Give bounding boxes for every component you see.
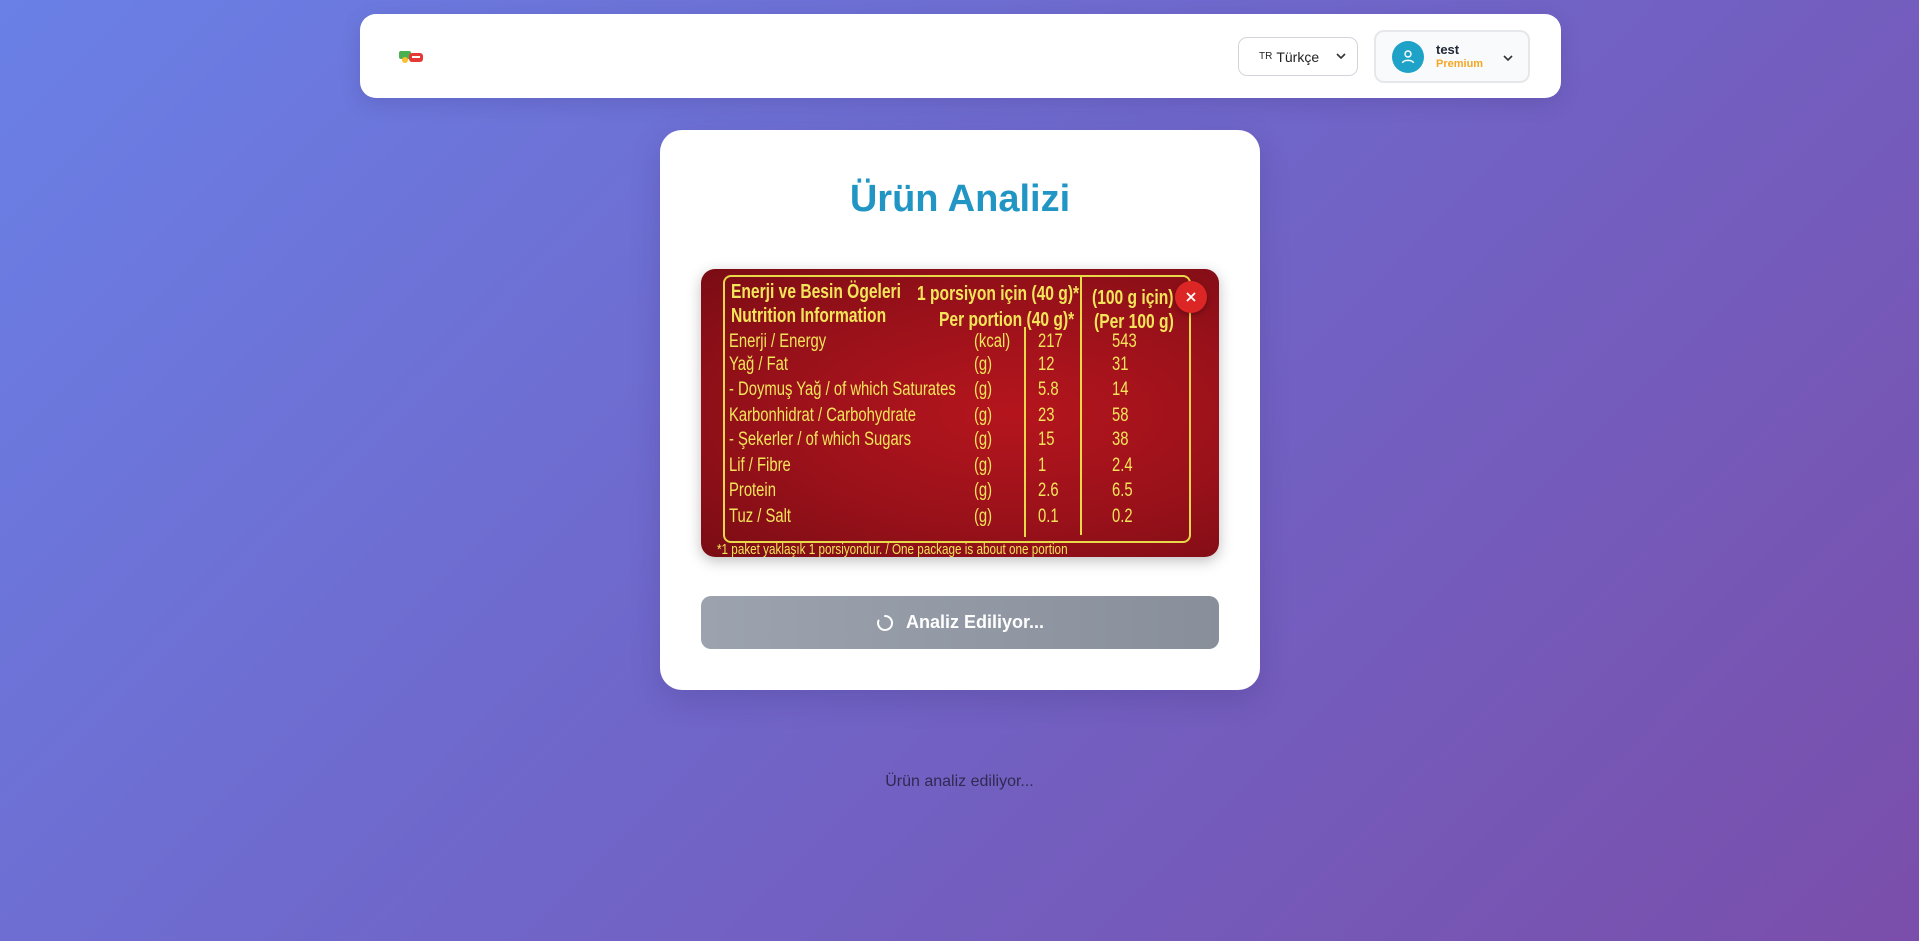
nutrient-portion-value: 1 [1038, 455, 1047, 476]
analyze-button[interactable]: Analiz Ediliyor... [701, 596, 1219, 649]
user-menu-button[interactable]: test Premium [1374, 30, 1530, 83]
nutrient-per100-value: 14 [1112, 379, 1129, 400]
status-message: Ürün analiz ediliyor... [885, 773, 1034, 790]
nutrient-unit: (g) [974, 429, 993, 450]
nutrient-portion-value: 0.1 [1038, 506, 1059, 527]
nutrient-per100-value: 38 [1112, 429, 1129, 450]
avatar [1392, 41, 1424, 73]
nutrient-name: - Doymuş Yağ / of which Saturates [729, 379, 956, 400]
nutrient-name: Lif / Fibre [729, 455, 791, 476]
language-label: Türkçe [1276, 48, 1320, 65]
label-heading-tr: Enerji ve Besin Ögeleri [731, 281, 901, 303]
nutrient-name: - Şekerler / of which Sugars [729, 429, 912, 450]
nutrient-unit: (kcal) [974, 331, 1011, 352]
label-per100-tr: (100 g için) [1092, 287, 1174, 309]
analyze-button-label: Analiz Ediliyor... [905, 612, 1045, 632]
close-icon [1186, 292, 1196, 302]
language-flag: TR [1259, 51, 1273, 62]
nutrient-per100-value: 31 [1112, 354, 1129, 375]
label-portion-en: Per portion (40 g)* [939, 309, 1075, 331]
app-logo[interactable] [397, 48, 427, 65]
nutrient-portion-value: 15 [1038, 429, 1055, 450]
nutrient-per100-value: 6.5 [1112, 480, 1133, 501]
remove-image-button[interactable] [1175, 281, 1207, 313]
spinner-icon [877, 614, 893, 631]
nutrient-name: Enerji / Energy [729, 331, 827, 352]
chevron-down-icon [1336, 53, 1346, 60]
language-select[interactable]: TR Türkçe [1238, 37, 1358, 76]
top-header: TR Türkçe test Premium [360, 14, 1561, 98]
nutrient-name: Protein [729, 480, 776, 501]
nutrient-per100-value: 0.2 [1112, 506, 1133, 527]
nutrient-per100-value: 543 [1112, 331, 1137, 352]
nutrient-per100-value: 58 [1112, 405, 1129, 426]
user-plan-badge: Premium [1436, 58, 1484, 70]
nutrient-portion-value: 12 [1038, 354, 1055, 375]
label-heading-en: Nutrition Information [731, 305, 887, 327]
nutrient-unit: (g) [974, 354, 993, 375]
nutrient-name: Yağ / Fat [729, 354, 789, 375]
nutrient-name: Tuz / Salt [729, 506, 792, 527]
nutrient-unit: (g) [974, 480, 993, 501]
nutrient-unit: (g) [974, 455, 993, 476]
nutrient-per100-value: 2.4 [1112, 455, 1133, 476]
nutrient-portion-value: 2.6 [1038, 480, 1059, 501]
nutrient-portion-value: 23 [1038, 405, 1055, 426]
label-footnote: *1 paket yaklaşık 1 porsiyondur. / One p… [717, 541, 1068, 557]
nutrient-unit: (g) [974, 379, 993, 400]
label-portion-tr: 1 porsiyon için (40 g)* [917, 283, 1080, 305]
uploaded-product-image: Enerji ve Besin Ögeleri Nutrition Inform… [701, 269, 1219, 557]
nutrient-portion-value: 5.8 [1038, 379, 1059, 400]
nutrient-unit: (g) [974, 506, 993, 527]
nutrient-name: Karbonhidrat / Carbohydrate [729, 405, 917, 426]
nutrient-unit: (g) [974, 405, 993, 426]
user-name: test [1436, 42, 1460, 57]
analysis-card: Ürün Analizi Enerji ve Besin Ögeleri Nut… [660, 130, 1260, 690]
chevron-down-icon [1503, 55, 1513, 62]
user-icon [1401, 50, 1415, 64]
page-title: Ürün Analizi [849, 178, 1071, 220]
nutrient-portion-value: 217 [1038, 331, 1063, 352]
